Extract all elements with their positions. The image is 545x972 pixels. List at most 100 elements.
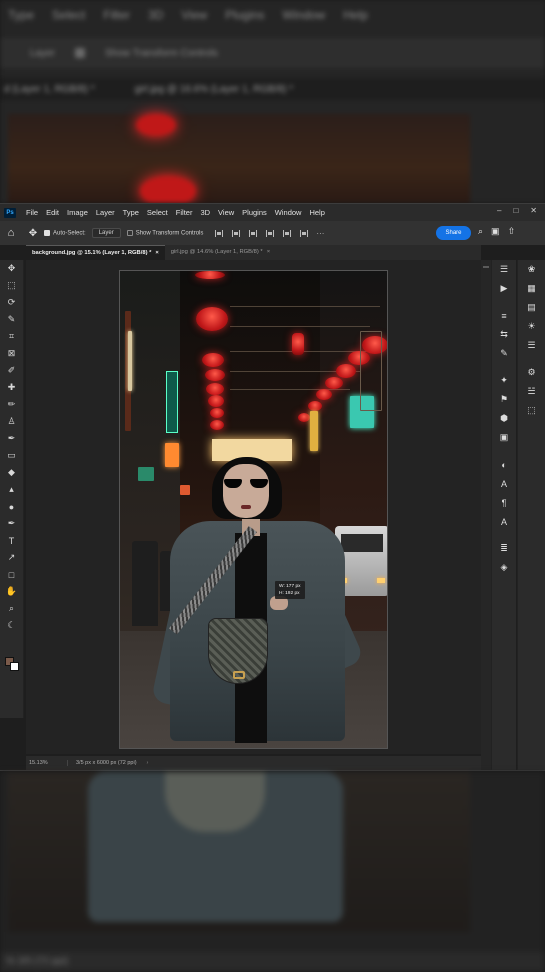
frame-tool-icon[interactable]: ⊠ xyxy=(0,345,23,362)
brush-settings-icon[interactable]: ✎ xyxy=(492,344,516,363)
eraser-tool-icon[interactable]: ▭ xyxy=(0,447,23,464)
layer-comps-icon[interactable]: ☰ xyxy=(518,336,545,355)
move-tool-preset-icon[interactable]: ✥ xyxy=(22,228,44,239)
move-tool-icon[interactable]: ✥ xyxy=(0,260,23,277)
image-canvas[interactable]: W: 177 px H: 192 px xyxy=(119,270,388,749)
menu-select[interactable]: Select xyxy=(143,208,172,217)
layers-panel-icon[interactable]: ◈ xyxy=(492,558,516,577)
libraries-icon[interactable]: ✦ xyxy=(492,371,516,390)
navigator-icon[interactable]: ▣ xyxy=(492,428,516,447)
menu-type[interactable]: Type xyxy=(119,208,143,217)
menu-filter[interactable]: Filter xyxy=(172,208,197,217)
3d-panel-icon[interactable]: ⬢ xyxy=(492,409,516,428)
eyedropper-tool-icon[interactable]: ✐ xyxy=(0,362,23,379)
menu-image[interactable]: Image xyxy=(63,208,92,217)
edit-toolbar-icon[interactable]: ☾ xyxy=(0,617,23,634)
align-middle-icon[interactable] xyxy=(283,229,292,237)
path-select-tool-icon[interactable]: ↗ xyxy=(0,549,23,566)
channels-icon[interactable]: ⚙ xyxy=(518,363,545,382)
menu-file[interactable]: File xyxy=(22,208,42,217)
menu-layer[interactable]: Layer xyxy=(92,208,119,217)
menu-edit[interactable]: Edit xyxy=(42,208,63,217)
search-icon[interactable]: ⌕ xyxy=(478,226,483,237)
align-center-icon[interactable] xyxy=(232,229,241,237)
align-right-icon[interactable] xyxy=(249,229,258,237)
quick-select-tool-icon[interactable]: ✎ xyxy=(0,311,23,328)
patterns-panel-icon[interactable]: ☀ xyxy=(518,317,545,336)
hand-tool-icon[interactable]: ✋ xyxy=(0,583,23,600)
girl-face xyxy=(223,464,269,518)
character-panel-icon[interactable]: A xyxy=(492,474,516,493)
brush-tool-icon[interactable]: ✏ xyxy=(0,396,23,413)
menu-view[interactable]: View xyxy=(214,208,238,217)
transform-icon[interactable]: ⬚ xyxy=(518,401,545,420)
tab-background-jpg[interactable]: background.jpg @ 15.1% (Layer 1, RGB/8) … xyxy=(26,245,165,260)
marquee-tool-icon[interactable]: ⬚ xyxy=(0,277,23,294)
neon-sign xyxy=(165,443,179,467)
zoom-tool-icon[interactable]: ⌕ xyxy=(0,600,23,617)
history-panel-icon[interactable]: ☰ xyxy=(492,260,516,279)
gradients-panel-icon[interactable]: ▤ xyxy=(518,298,545,317)
properties-icon[interactable]: ≣ xyxy=(492,539,516,558)
pen-tool-icon[interactable]: ✒ xyxy=(0,515,23,532)
menu-3d[interactable]: 3D xyxy=(196,208,214,217)
lasso-tool-icon[interactable]: ⟳ xyxy=(0,294,23,311)
healing-tool-icon[interactable]: ✚ xyxy=(0,379,23,396)
bg-menu-item: 3D xyxy=(148,8,164,22)
align-left-icon[interactable] xyxy=(215,229,224,237)
color-panel-icon[interactable]: ❀ xyxy=(518,260,545,279)
paths-icon[interactable]: ☱ xyxy=(518,382,545,401)
notes-icon[interactable]: ⚑ xyxy=(492,390,516,409)
history-brush-icon[interactable]: ✒ xyxy=(0,430,23,447)
adjustments-icon[interactable]: ◐ xyxy=(492,455,516,474)
panel-gripper[interactable] xyxy=(481,260,491,770)
menu-plugins[interactable]: Plugins xyxy=(238,208,271,217)
menu-help[interactable]: Help xyxy=(305,208,328,217)
bucket-tool-icon[interactable]: ◆ xyxy=(0,464,23,481)
dodge-tool-icon[interactable]: ● xyxy=(0,498,23,515)
more-options-icon[interactable]: ··· xyxy=(316,229,324,238)
share-export-icon[interactable]: ⇧ xyxy=(508,226,516,237)
measure-width: W: 177 px xyxy=(279,584,301,589)
minimize-icon[interactable]: – xyxy=(497,206,501,215)
background-color-swatch[interactable] xyxy=(10,662,19,671)
close-tab-icon[interactable]: × xyxy=(267,249,270,255)
adjust-panel-icon[interactable]: ⇆ xyxy=(492,325,516,344)
paragraph-panel-icon[interactable]: ¶ xyxy=(492,493,516,512)
close-tab-icon[interactable]: × xyxy=(155,250,158,256)
zoom-level[interactable]: 15.13% xyxy=(26,760,68,766)
workspace-icon[interactable]: ▣ xyxy=(491,226,500,237)
blur-tool-icon[interactable]: ▴ xyxy=(0,481,23,498)
close-icon[interactable]: ✕ xyxy=(530,206,537,215)
type-tool-icon[interactable]: T xyxy=(0,532,23,549)
panel-dock-right: ❀ ▦ ▤ ☀ ☰ ⚙ ☱ ⬚ xyxy=(517,260,545,770)
bag-buckle xyxy=(233,671,245,679)
shape-tool-icon[interactable]: □ xyxy=(0,566,23,583)
status-menu-arrow-icon[interactable]: › xyxy=(147,760,149,766)
bg-tab-bar: d (Layer 1, RGB/8) * girl.jpg @ 16.6% (L… xyxy=(0,78,545,100)
menu-window[interactable]: Window xyxy=(271,208,306,217)
stamp-tool-icon[interactable]: ♙ xyxy=(0,413,23,430)
home-icon[interactable]: ⌂ xyxy=(0,227,22,239)
dock-separator xyxy=(492,298,516,306)
glyphs-panel-icon[interactable]: Α xyxy=(492,512,516,531)
bg-menubar: Type Select Filter 3D View Plugins Windo… xyxy=(0,8,545,28)
transform-measure-tooltip: W: 177 px H: 192 px xyxy=(275,581,305,599)
align-bottom-icon[interactable] xyxy=(300,229,309,237)
tab-girl-jpg[interactable]: girl.jpg @ 14.6% (Layer 1, RGB/8) * × xyxy=(165,245,276,260)
histogram-panel-icon[interactable]: ≡ xyxy=(492,306,516,325)
align-top-icon[interactable] xyxy=(266,229,275,237)
show-transform-checkbox[interactable]: Show Transform Controls xyxy=(126,229,204,237)
options-right-icons: ⌕ ▣ ⇧ xyxy=(478,226,515,237)
auto-select-checkbox[interactable]: Auto-Select: xyxy=(44,229,86,236)
bg-bag xyxy=(165,772,265,832)
show-transform-label: Show Transform Controls xyxy=(135,230,204,237)
bg-transform-label: Show Transform Controls xyxy=(105,47,218,59)
auto-select-dropdown[interactable]: Layer xyxy=(91,228,121,238)
actions-panel-icon[interactable]: ▶ xyxy=(492,279,516,298)
share-button[interactable]: Share xyxy=(436,226,471,240)
maximize-icon[interactable]: □ xyxy=(513,206,518,215)
red-lantern xyxy=(208,395,224,407)
swatches-panel-icon[interactable]: ▦ xyxy=(518,279,545,298)
crop-tool-icon[interactable]: ⌗ xyxy=(0,328,23,345)
